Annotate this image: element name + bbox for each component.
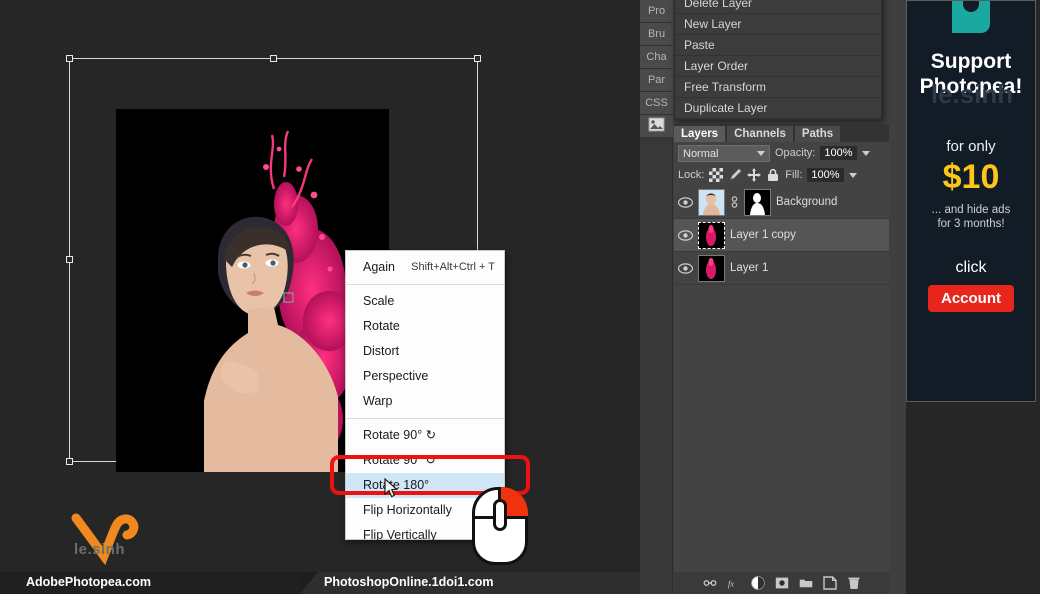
mask-icon[interactable] (775, 576, 789, 590)
new-layer-icon[interactable] (822, 576, 837, 590)
panel-menu-duplicate-layer[interactable]: Duplicate Layer (675, 98, 881, 119)
layer-name: Background (776, 196, 838, 208)
layer-thumbnail[interactable] (698, 254, 725, 282)
fill-dropdown-icon[interactable] (848, 172, 857, 178)
eye-icon[interactable] (678, 196, 693, 208)
transform-handle-middle-left[interactable] (66, 256, 73, 263)
vtab-css[interactable]: CSS (640, 92, 673, 115)
ad-price: $10 (942, 158, 1000, 196)
brush-icon[interactable] (728, 168, 742, 182)
ad-for-only: for only (946, 138, 996, 155)
tab-paths[interactable]: Paths (794, 126, 841, 142)
menu-separator (346, 418, 504, 419)
account-button[interactable]: Account (928, 285, 1014, 312)
menu-item-distort[interactable]: Distort (346, 339, 504, 364)
layer-mask-thumbnail[interactable] (744, 188, 771, 216)
menu-item-warp[interactable]: Warp (346, 389, 504, 414)
image-icon[interactable] (640, 115, 673, 138)
watermark-text: le.sinh (74, 541, 126, 558)
vtab-properties[interactable]: Pro (640, 0, 673, 23)
folder-icon[interactable] (799, 576, 813, 590)
menu-item-scale[interactable]: Scale (346, 289, 504, 314)
opacity-dropdown-icon[interactable] (861, 150, 870, 156)
fill-value[interactable]: 100% (807, 168, 844, 182)
tab-layers[interactable]: Layers (674, 126, 726, 142)
layer-name: Layer 1 copy (730, 229, 796, 241)
photopea-logo-icon (952, 1, 990, 33)
photopea-app: le.sinh Again Shift+Alt+Ctrl + T Scale R… (0, 0, 1040, 594)
support-photopea-ad[interactable]: le.sinh Support Photopea! for only $10 .… (906, 0, 1036, 402)
mouse-cursor-icon (384, 478, 398, 498)
lock-icon[interactable] (766, 168, 780, 182)
transform-handle-top-left[interactable] (66, 55, 73, 62)
blend-mode-value: Normal (683, 147, 719, 160)
table-row[interactable]: Background (674, 186, 889, 219)
vtab-brushes[interactable]: Bru (640, 23, 673, 46)
ad-title-line1: Support (930, 50, 1012, 73)
trash-icon[interactable] (847, 576, 861, 590)
layer-name: Layer 1 (730, 262, 769, 274)
menu-item-rotate-90-cw[interactable]: Rotate 90° ↻ (346, 423, 504, 448)
canvas-area[interactable]: le.sinh Again Shift+Alt+Ctrl + T Scale R… (0, 0, 640, 594)
transform-handle-bottom-left[interactable] (66, 458, 73, 465)
menu-item-rotate[interactable]: Rotate (346, 314, 504, 339)
ad-click-label: click (955, 259, 987, 276)
opacity-value[interactable]: 100% (820, 146, 857, 160)
panel-menu-layer-order[interactable]: Layer Order (675, 56, 881, 77)
ad-subtext: ... and hide ads for 3 months! (907, 203, 1035, 231)
ad-subtext-line1: ... and hide ads (931, 204, 1011, 216)
lock-label: Lock: (678, 169, 705, 181)
panel-menu-new-layer[interactable]: New Layer (675, 14, 881, 35)
ad-subtext-line2: for 3 months! (937, 218, 1005, 230)
adjustment-icon[interactable] (750, 576, 765, 590)
bottom-bar-left-text: AdobePhotopea.com (26, 575, 152, 589)
transform-handle-top-center[interactable] (269, 55, 277, 62)
fill-label: Fill: (785, 169, 803, 181)
chevron-down-icon (757, 150, 765, 156)
layers-panel: Layers Channels Paths Normal Opacity: 10… (674, 124, 889, 594)
mouse-wheel (493, 499, 507, 531)
vertical-tab-strip[interactable]: Pro Bru Cha Par CSS (640, 0, 673, 594)
watermark-logo-icon (71, 513, 139, 566)
layers-panel-tabs[interactable]: Layers Channels Paths (674, 124, 889, 142)
tab-channels[interactable]: Channels (727, 126, 793, 142)
eye-icon[interactable] (678, 262, 693, 274)
ad-ghost-watermark: le.sinh (930, 79, 1014, 109)
menu-separator (346, 284, 504, 285)
panel-menu-paste[interactable]: Paste (675, 35, 881, 56)
layer-thumbnail[interactable] (698, 221, 725, 249)
right-panel: Pro Bru Cha Par CSS Delete Layer New Lay… (640, 0, 906, 594)
lock-row: Lock: Fill: 100% (674, 164, 889, 186)
table-row[interactable]: Layer 1 (674, 252, 889, 285)
panel-menu-free-transform[interactable]: Free Transform (675, 77, 881, 98)
bottom-bar: AdobePhotopea.com PhotoshopOnline.1doi1.… (0, 572, 640, 594)
checkerboard-icon[interactable] (709, 168, 724, 182)
menu-item-label: Again (363, 260, 395, 274)
blend-mode-select[interactable]: Normal (678, 144, 770, 162)
move-icon[interactable] (747, 168, 762, 182)
panel-menu-delete-layer[interactable]: Delete Layer (675, 0, 881, 14)
vtab-paragraph[interactable]: Par (640, 69, 673, 92)
layers-panel-toolbar[interactable]: fx (674, 572, 889, 594)
table-row[interactable]: Layer 1 copy (674, 219, 889, 252)
bottom-bar-right-text: PhotoshopOnline.1doi1.com (324, 575, 494, 589)
eye-icon[interactable] (678, 229, 693, 241)
vtab-character[interactable]: Cha (640, 46, 673, 69)
menu-item-perspective[interactable]: Perspective (346, 364, 504, 389)
layer-thumbnail[interactable] (698, 188, 725, 216)
right-click-mouse-icon (472, 487, 528, 565)
layer-panel-menu[interactable]: Delete Layer New Layer Paste Layer Order… (674, 0, 882, 120)
model-figure (204, 216, 338, 472)
link-icon[interactable] (703, 576, 717, 590)
transform-handle-top-right[interactable] (474, 55, 481, 62)
mask-link-icon[interactable] (730, 195, 739, 209)
menu-item-shortcut: Shift+Alt+Ctrl + T (411, 261, 495, 273)
svg-text:fx: fx (727, 579, 733, 589)
opacity-label: Opacity: (775, 147, 816, 159)
fx-icon[interactable]: fx (727, 576, 741, 590)
blend-mode-row: Normal Opacity: 100% (674, 142, 889, 164)
menu-item-again[interactable]: Again Shift+Alt+Ctrl + T (346, 255, 504, 280)
